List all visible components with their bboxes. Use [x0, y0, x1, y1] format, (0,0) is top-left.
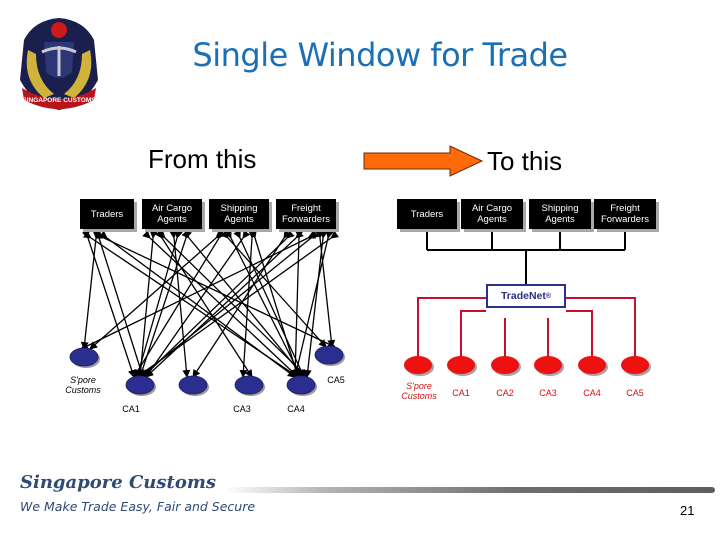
to-ellipse-node-4 [578, 356, 606, 374]
from-ellipse-node-2 [178, 375, 208, 395]
to-node-freight-forwarders: Freight Forwarders [594, 199, 656, 229]
mesh-arrow [135, 230, 183, 378]
page-number: 21 [680, 503, 695, 518]
from-node-traders: Traders [80, 199, 134, 229]
footer-tagline: We Make Trade Easy, Fair and Secure [20, 499, 256, 514]
to-label-ca3: CA3 [539, 388, 557, 398]
mesh-arrow [233, 229, 305, 378]
to-ellipse-node-0 [404, 356, 432, 374]
to-ellipse-node-3 [534, 356, 562, 374]
mesh-arrow [142, 230, 299, 378]
tradenet-label: TradeNet [500, 290, 546, 302]
mesh-arrow [95, 231, 336, 348]
to-node-air-cargo-agents: Air Cargo Agents [461, 199, 523, 229]
from-node-freight-forwarders: Freight Forwarders [276, 199, 336, 229]
from-node-shipping-agents: Shipping Agents [209, 199, 269, 229]
from-ellipse-node-0 [69, 347, 99, 367]
to-label-ca1: CA1 [452, 388, 470, 398]
mesh-arrow [89, 230, 224, 350]
red-connector-ca4 [566, 310, 593, 357]
mesh-arrow [315, 230, 336, 348]
to-node-shipping-agents: Shipping Agents [529, 199, 591, 229]
to-label-ca4: CA4 [583, 388, 601, 398]
from-label-ca5: CA5 [327, 375, 345, 385]
to-label-ca2: CA2 [496, 388, 514, 398]
mesh-arrow [291, 230, 304, 378]
registered-mark: ® [545, 292, 552, 300]
from-ellipse-node-5 [314, 345, 344, 365]
tradenet-hub: TradeNet ® [486, 284, 566, 308]
to-node-traders: Traders [397, 199, 457, 229]
to-label-spore-customs: S'pore Customs [401, 381, 437, 401]
mesh-arrow [80, 230, 101, 350]
from-ellipse-node-1 [125, 375, 155, 395]
red-connector-ca5 [566, 297, 636, 357]
from-node-air-cargo-agents: Air Cargo Agents [142, 199, 202, 229]
mesh-arrow [145, 229, 251, 378]
to-ellipse-node-1 [447, 356, 475, 374]
diagram-connections [69, 229, 651, 396]
from-ellipse-node-3 [234, 375, 264, 395]
mesh-arrow [145, 230, 304, 378]
to-ellipse-node-5 [621, 356, 649, 374]
to-ellipse-node-2 [491, 356, 519, 374]
from-label-ca4: CA4 [287, 404, 305, 414]
red-connector-ca1 [460, 310, 486, 357]
from-label-ca1: CA1 [122, 404, 140, 414]
footer-divider [225, 487, 715, 493]
from-ellipse-node-4 [286, 375, 316, 395]
from-label-spore-customs: S'pore Customs [65, 375, 101, 395]
to-label-ca5: CA5 [626, 388, 644, 398]
red-connector-spore-customs [417, 297, 486, 357]
footer-organization: Singapore Customs [20, 472, 217, 493]
from-label-ca3: CA3 [233, 404, 251, 414]
